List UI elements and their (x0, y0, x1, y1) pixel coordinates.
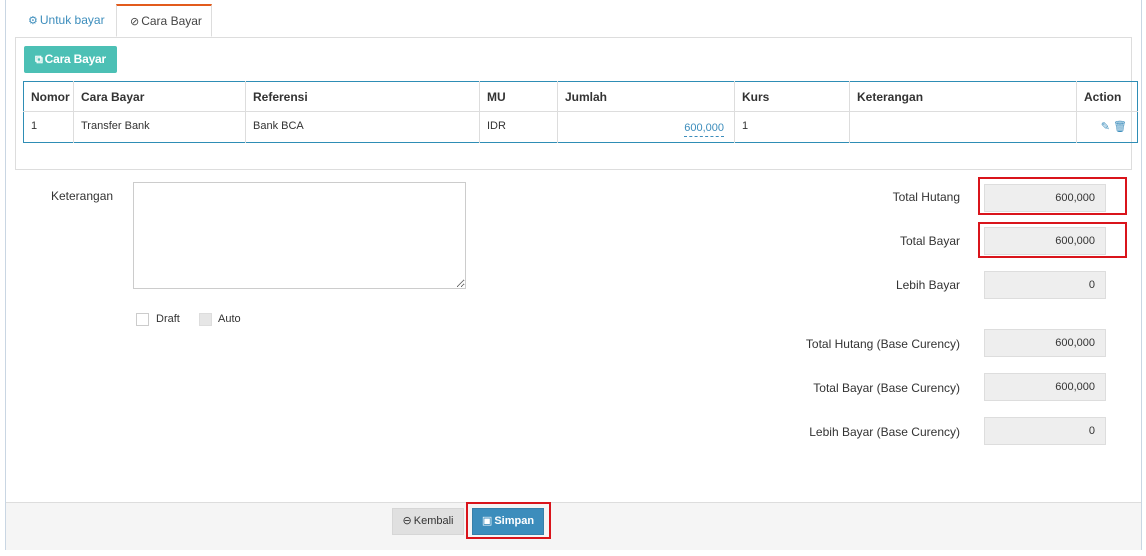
cell-referensi[interactable]: Bank BCA (245, 111, 480, 143)
draft-checkbox[interactable] (136, 313, 149, 326)
total-hutang-label: Total Hutang (892, 190, 960, 204)
trash-icon[interactable]: 🗑 (1113, 121, 1127, 133)
cell-cara-bayar[interactable]: Transfer Bank (73, 111, 246, 143)
auto-checkbox[interactable] (199, 313, 212, 326)
total-bayar-base-field[interactable]: 600,000 (984, 373, 1106, 401)
col-cara-bayar: Cara Bayar (73, 81, 246, 112)
total-bayar-base-label: Total Bayar (Base Curency) (813, 381, 960, 395)
copy-plus-icon: ⧉ (34, 54, 43, 66)
button-label: Cara Bayar (44, 52, 107, 66)
lebih-bayar-label: Lebih Bayar (895, 278, 960, 292)
arrow-circle-left-icon: ⊖ (402, 515, 412, 527)
payment-table: Nomor Cara Bayar Referensi MU Jumlah Kur… (23, 81, 1138, 143)
edit-pencil-icon[interactable]: ✎ (1101, 121, 1110, 133)
total-hutang-base-label: Total Hutang (Base Curency) (805, 337, 960, 351)
col-referensi: Referensi (245, 81, 480, 112)
cell-mu[interactable]: IDR (479, 111, 558, 143)
lebih-bayar-base-label: Lebih Bayar (Base Curency) (809, 425, 960, 439)
add-cara-bayar-button[interactable]: ⧉ Cara Bayar (24, 46, 117, 73)
highlight-total-hutang (978, 177, 1127, 215)
check-circle-icon: ⊘ (130, 16, 140, 28)
keterangan-label: Keterangan (51, 189, 114, 203)
cell-kurs[interactable]: 1 (734, 111, 850, 143)
col-kurs: Kurs (734, 81, 850, 112)
total-bayar-label: Total Bayar (899, 234, 960, 248)
highlight-simpan (466, 502, 551, 539)
tab-untuk-bayar[interactable]: ⚙ Untuk bayar (20, 4, 120, 37)
lebih-bayar-base-field[interactable]: 0 (984, 417, 1106, 445)
cell-action: ✎ 🗑 (1077, 112, 1138, 143)
cell-jumlah[interactable]: 600,000 (557, 111, 735, 143)
cell-keterangan[interactable] (849, 111, 1077, 143)
cogs-icon: ⚙ (28, 15, 38, 27)
col-mu: MU (479, 81, 558, 112)
table-header-row: Nomor Cara Bayar Referensi MU Jumlah Kur… (23, 81, 1138, 112)
col-jumlah: Jumlah (557, 81, 735, 112)
kembali-button[interactable]: ⊖ Kembali (392, 508, 464, 535)
auto-label: Auto (218, 313, 241, 325)
keterangan-textarea[interactable] (133, 182, 466, 289)
form-footer (6, 502, 1141, 550)
total-hutang-base-field[interactable]: 600,000 (984, 329, 1106, 357)
tab-label: Cara Bayar (141, 14, 202, 28)
col-nomor: Nomor (23, 81, 74, 112)
cell-nomor: 1 (23, 111, 74, 143)
button-label: Kembali (413, 515, 454, 527)
jumlah-editable[interactable]: 600,000 (684, 122, 724, 137)
col-action: Action (1076, 81, 1138, 112)
lebih-bayar-field[interactable]: 0 (984, 271, 1106, 299)
tab-label: Untuk bayar (39, 13, 105, 27)
draft-label: Draft (156, 313, 180, 325)
table-row: 1 Transfer Bank Bank BCA IDR 600,000 1 ✎… (23, 111, 1138, 143)
highlight-total-bayar (978, 222, 1127, 258)
tab-cara-bayar[interactable]: ⊘ Cara Bayar (116, 4, 212, 37)
col-keterangan: Keterangan (849, 81, 1077, 112)
